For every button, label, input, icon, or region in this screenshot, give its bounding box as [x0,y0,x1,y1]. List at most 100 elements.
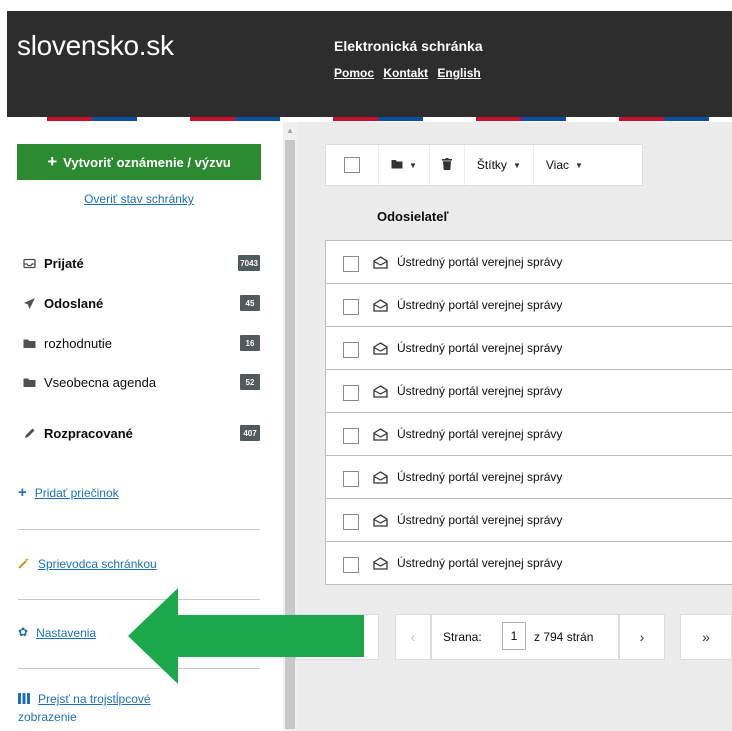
row-checkbox[interactable] [343,428,359,444]
app-title: Elektronická schránka [334,38,483,54]
table-row[interactable]: Ústredný portál verejnej správy [325,413,732,456]
total-pages-text: z 794 strán [534,630,594,644]
table-row[interactable]: Ústredný portál verejnej správy [325,241,732,284]
move-to-folder-button[interactable]: ▼ [378,145,429,185]
divider [18,529,260,530]
trash-icon [441,157,452,173]
message-table: Ústredný portál verejnej správy Ústredný… [325,240,732,585]
settings-label: Nastavenia [36,626,97,640]
row-checkbox[interactable] [343,342,359,358]
row-checkbox[interactable] [343,299,359,315]
inbox-icon [20,258,38,269]
sidebar-item-label: Vseobecna agenda [44,374,157,390]
labels-label: Štítky [476,158,507,172]
table-row[interactable]: Ústredný portál verejnej správy [325,370,732,413]
sidebar-item-label: Prijaté [44,255,84,271]
three-column-view-label: Prejsť na trojstĺpcové [38,692,151,706]
envelope-open-icon [373,427,389,441]
chevron-down-icon: ▼ [409,160,417,170]
sidebar-item-vseobecna-agenda[interactable]: Vseobecna agenda 52 [20,371,260,393]
three-column-view-label-cont: zobrazenie [18,710,77,724]
sidebar-item-rozhodnutie[interactable]: rozhodnutie 16 [20,332,260,354]
count-badge: 7043 [238,255,260,271]
sender-name: Ústredný portál verejnej správy [397,341,563,355]
table-row[interactable]: Ústredný portál verejnej správy [325,284,732,327]
english-link[interactable]: English [437,66,480,80]
box-guide-label: Sprievodca schránkou [38,557,157,571]
three-column-view-link-cont[interactable]: zobrazenie [18,710,77,724]
flag-stripe [7,117,732,121]
add-folder-link[interactable]: + Pridať priečinok [18,484,119,501]
page-label: Strana: [443,630,482,644]
contact-link[interactable]: Kontakt [383,66,428,80]
chevron-down-icon: ▼ [575,160,583,170]
sender-name: Ústredný portál verejnej správy [397,513,563,527]
pencil-icon [20,427,38,440]
sidebar-item-label: rozhodnutie [44,335,112,351]
site-header: slovensko.sk Elektronická schránka Pomoc… [0,0,732,122]
table-row[interactable]: Ústredný portál verejnej správy [325,456,732,499]
chevron-down-icon: ▼ [512,160,521,170]
verify-box-status-link[interactable]: Overiť stav schránky [0,192,278,206]
help-link[interactable]: Pomoc [334,66,374,80]
table-row[interactable]: Ústredný portál verejnej správy [325,499,732,542]
envelope-open-icon [373,513,389,527]
columns-icon [18,692,30,707]
envelope-open-icon [373,255,389,269]
scroll-up-arrow-icon[interactable]: ▲ [283,124,297,138]
row-checkbox[interactable] [343,385,359,401]
chevron-left-icon: ‹ [410,629,416,645]
labels-button[interactable]: Štítky ▼ [463,145,533,185]
settings-link[interactable]: ✿ Nastavenia [18,625,97,641]
create-notice-button[interactable]: + Vytvoriť oznámenie / výzvu [17,144,261,180]
sender-name: Ústredný portál verejnej správy [397,255,563,269]
row-checkbox[interactable] [343,514,359,530]
folder-icon [20,377,38,388]
envelope-open-icon [373,384,389,398]
create-notice-label: Vytvoriť oznámenie / výzvu [63,154,231,170]
folder-icon [20,338,38,349]
count-badge: 45 [240,295,260,311]
sidebar-item-drafts[interactable]: Rozpracované 407 [20,422,260,444]
sidebar-item-inbox[interactable]: Prijaté 7043 [20,252,260,274]
page-number-input[interactable] [502,622,526,650]
last-page-button[interactable]: » [680,614,732,660]
table-row[interactable]: Ústredný portál verejnej správy [325,542,732,585]
envelope-open-icon [373,556,389,570]
sender-name: Ústredný portál verejnej správy [397,384,563,398]
sidebar-item-label: Rozpracované [44,425,133,441]
select-all-checkbox[interactable] [344,157,360,173]
more-button[interactable]: Viac ▼ [532,145,595,185]
sidebar-item-label: Odoslané [44,295,104,311]
sender-name: Ústredný portál verejnej správy [397,298,563,312]
arrow-left-icon [128,588,364,684]
table-row[interactable]: Ústredný portál verejnej správy [325,327,732,370]
box-guide-link[interactable]: Sprievodca schránkou [18,557,157,572]
envelope-open-icon [373,298,389,312]
plus-icon: + [47,152,58,171]
delete-button[interactable] [428,145,464,185]
double-chevron-right-icon: » [702,629,710,645]
plus-icon: + [18,484,27,501]
prev-page-button[interactable]: ‹ [395,614,431,660]
site-logo[interactable]: slovensko.sk [17,30,174,62]
magic-wand-icon [18,557,30,572]
row-checkbox[interactable] [343,256,359,272]
three-column-view-link[interactable]: Prejsť na trojstĺpcové [18,692,151,707]
count-badge: 52 [240,374,260,390]
row-checkbox[interactable] [343,557,359,573]
count-badge: 407 [240,425,260,441]
more-label: Viac [545,158,569,172]
add-folder-label: Pridať priečinok [34,486,119,500]
sender-name: Ústredný portál verejnej správy [397,427,563,441]
folder-icon [391,158,403,172]
sender-name: Ústredný portál verejnej správy [397,470,563,484]
count-badge: 16 [240,335,260,351]
sidebar-item-sent[interactable]: Odoslané 45 [20,292,260,314]
header-links: Pomoc Kontakt English [334,66,487,80]
row-checkbox[interactable] [343,471,359,487]
sender-column-header[interactable]: Odosielateľ [377,209,448,224]
next-page-button[interactable]: › [619,614,665,660]
gear-icon: ✿ [18,625,29,639]
message-toolbar: ▼ Štítky ▼ Viac ▼ [325,144,643,186]
